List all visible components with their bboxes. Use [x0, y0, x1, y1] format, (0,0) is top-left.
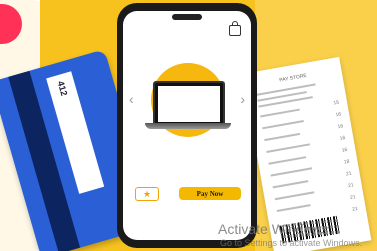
- phone-notch: [172, 14, 202, 20]
- receipt-amount: 16: [337, 123, 344, 131]
- chevron-left-icon[interactable]: ‹: [129, 91, 134, 107]
- laptop-product-image: [153, 81, 225, 125]
- laptop-base: [145, 123, 231, 129]
- receipt-line: [264, 132, 301, 142]
- activate-windows-title: Activate Windows: [218, 221, 329, 237]
- receipt-line: [266, 143, 311, 153]
- phone-screen: ‹ › ★ Pay Now: [123, 11, 251, 240]
- star-icon: ★: [142, 188, 152, 199]
- receipt-amount: 16: [339, 135, 346, 142]
- receipt-amount: 21: [349, 194, 357, 202]
- receipt-line: [274, 191, 315, 201]
- receipt-amount: 15: [333, 99, 340, 107]
- receipt-amount: 21: [351, 206, 359, 213]
- receipt-amount: 18: [343, 158, 350, 166]
- chevron-right-icon[interactable]: ›: [240, 91, 245, 107]
- receipt-amount: 21: [347, 182, 355, 190]
- shopping-bag-icon[interactable]: [229, 21, 241, 36]
- receipt-amount: 16: [341, 146, 348, 154]
- receipt-line: [262, 120, 304, 130]
- receipt-line: [276, 204, 311, 213]
- pay-now-button[interactable]: Pay Now: [179, 187, 241, 200]
- receipt-line: [268, 156, 307, 165]
- favorite-button[interactable]: ★: [135, 187, 159, 201]
- receipt-amount: 21: [345, 170, 353, 178]
- receipt-line: [270, 167, 313, 177]
- smartphone: ‹ › ★ Pay Now: [117, 3, 257, 248]
- activate-windows-subtitle: Go to Settings to activate Windows.: [220, 238, 363, 248]
- receipt-line: [272, 180, 309, 189]
- payment-illustration: 412 PAY STORE 15 16 16 16 16 18 21 21 21…: [0, 0, 377, 251]
- receipt-amount: 16: [335, 111, 342, 119]
- receipt-line: [260, 108, 300, 118]
